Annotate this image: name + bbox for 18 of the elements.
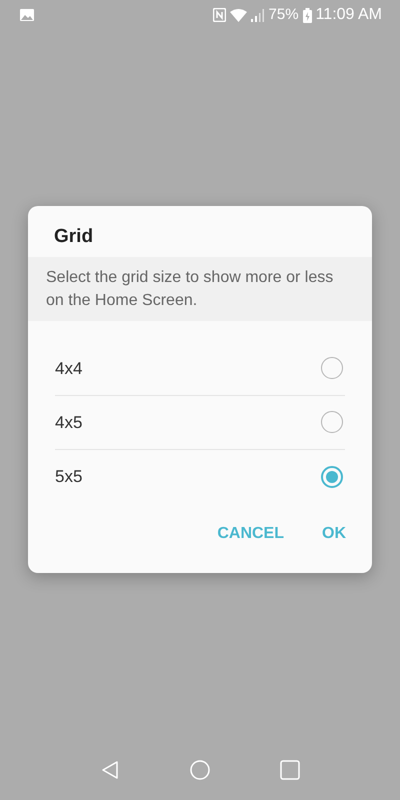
radio-button[interactable] <box>321 357 343 380</box>
clock-time: 11:09 AM <box>316 5 382 25</box>
grid-option[interactable]: 5x5 <box>55 450 345 504</box>
dialog-description: Select the grid size to show more or less on the Home Screen. <box>28 256 372 321</box>
home-icon[interactable] <box>190 760 210 780</box>
wifi-icon <box>230 8 247 22</box>
nfc-icon <box>212 8 226 22</box>
radio-button[interactable] <box>321 411 343 434</box>
recents-icon[interactable] <box>280 760 300 780</box>
signal-icon <box>250 8 265 22</box>
battery-percent: 75% <box>268 4 299 25</box>
back-icon[interactable] <box>100 760 120 780</box>
dialog-title: Grid <box>53 225 94 249</box>
battery-icon <box>302 8 312 22</box>
grid-option[interactable]: 4x4 <box>55 342 345 396</box>
radio-button[interactable] <box>321 466 343 488</box>
image-icon <box>20 9 34 21</box>
grid-option[interactable]: 4x5 <box>55 396 345 450</box>
